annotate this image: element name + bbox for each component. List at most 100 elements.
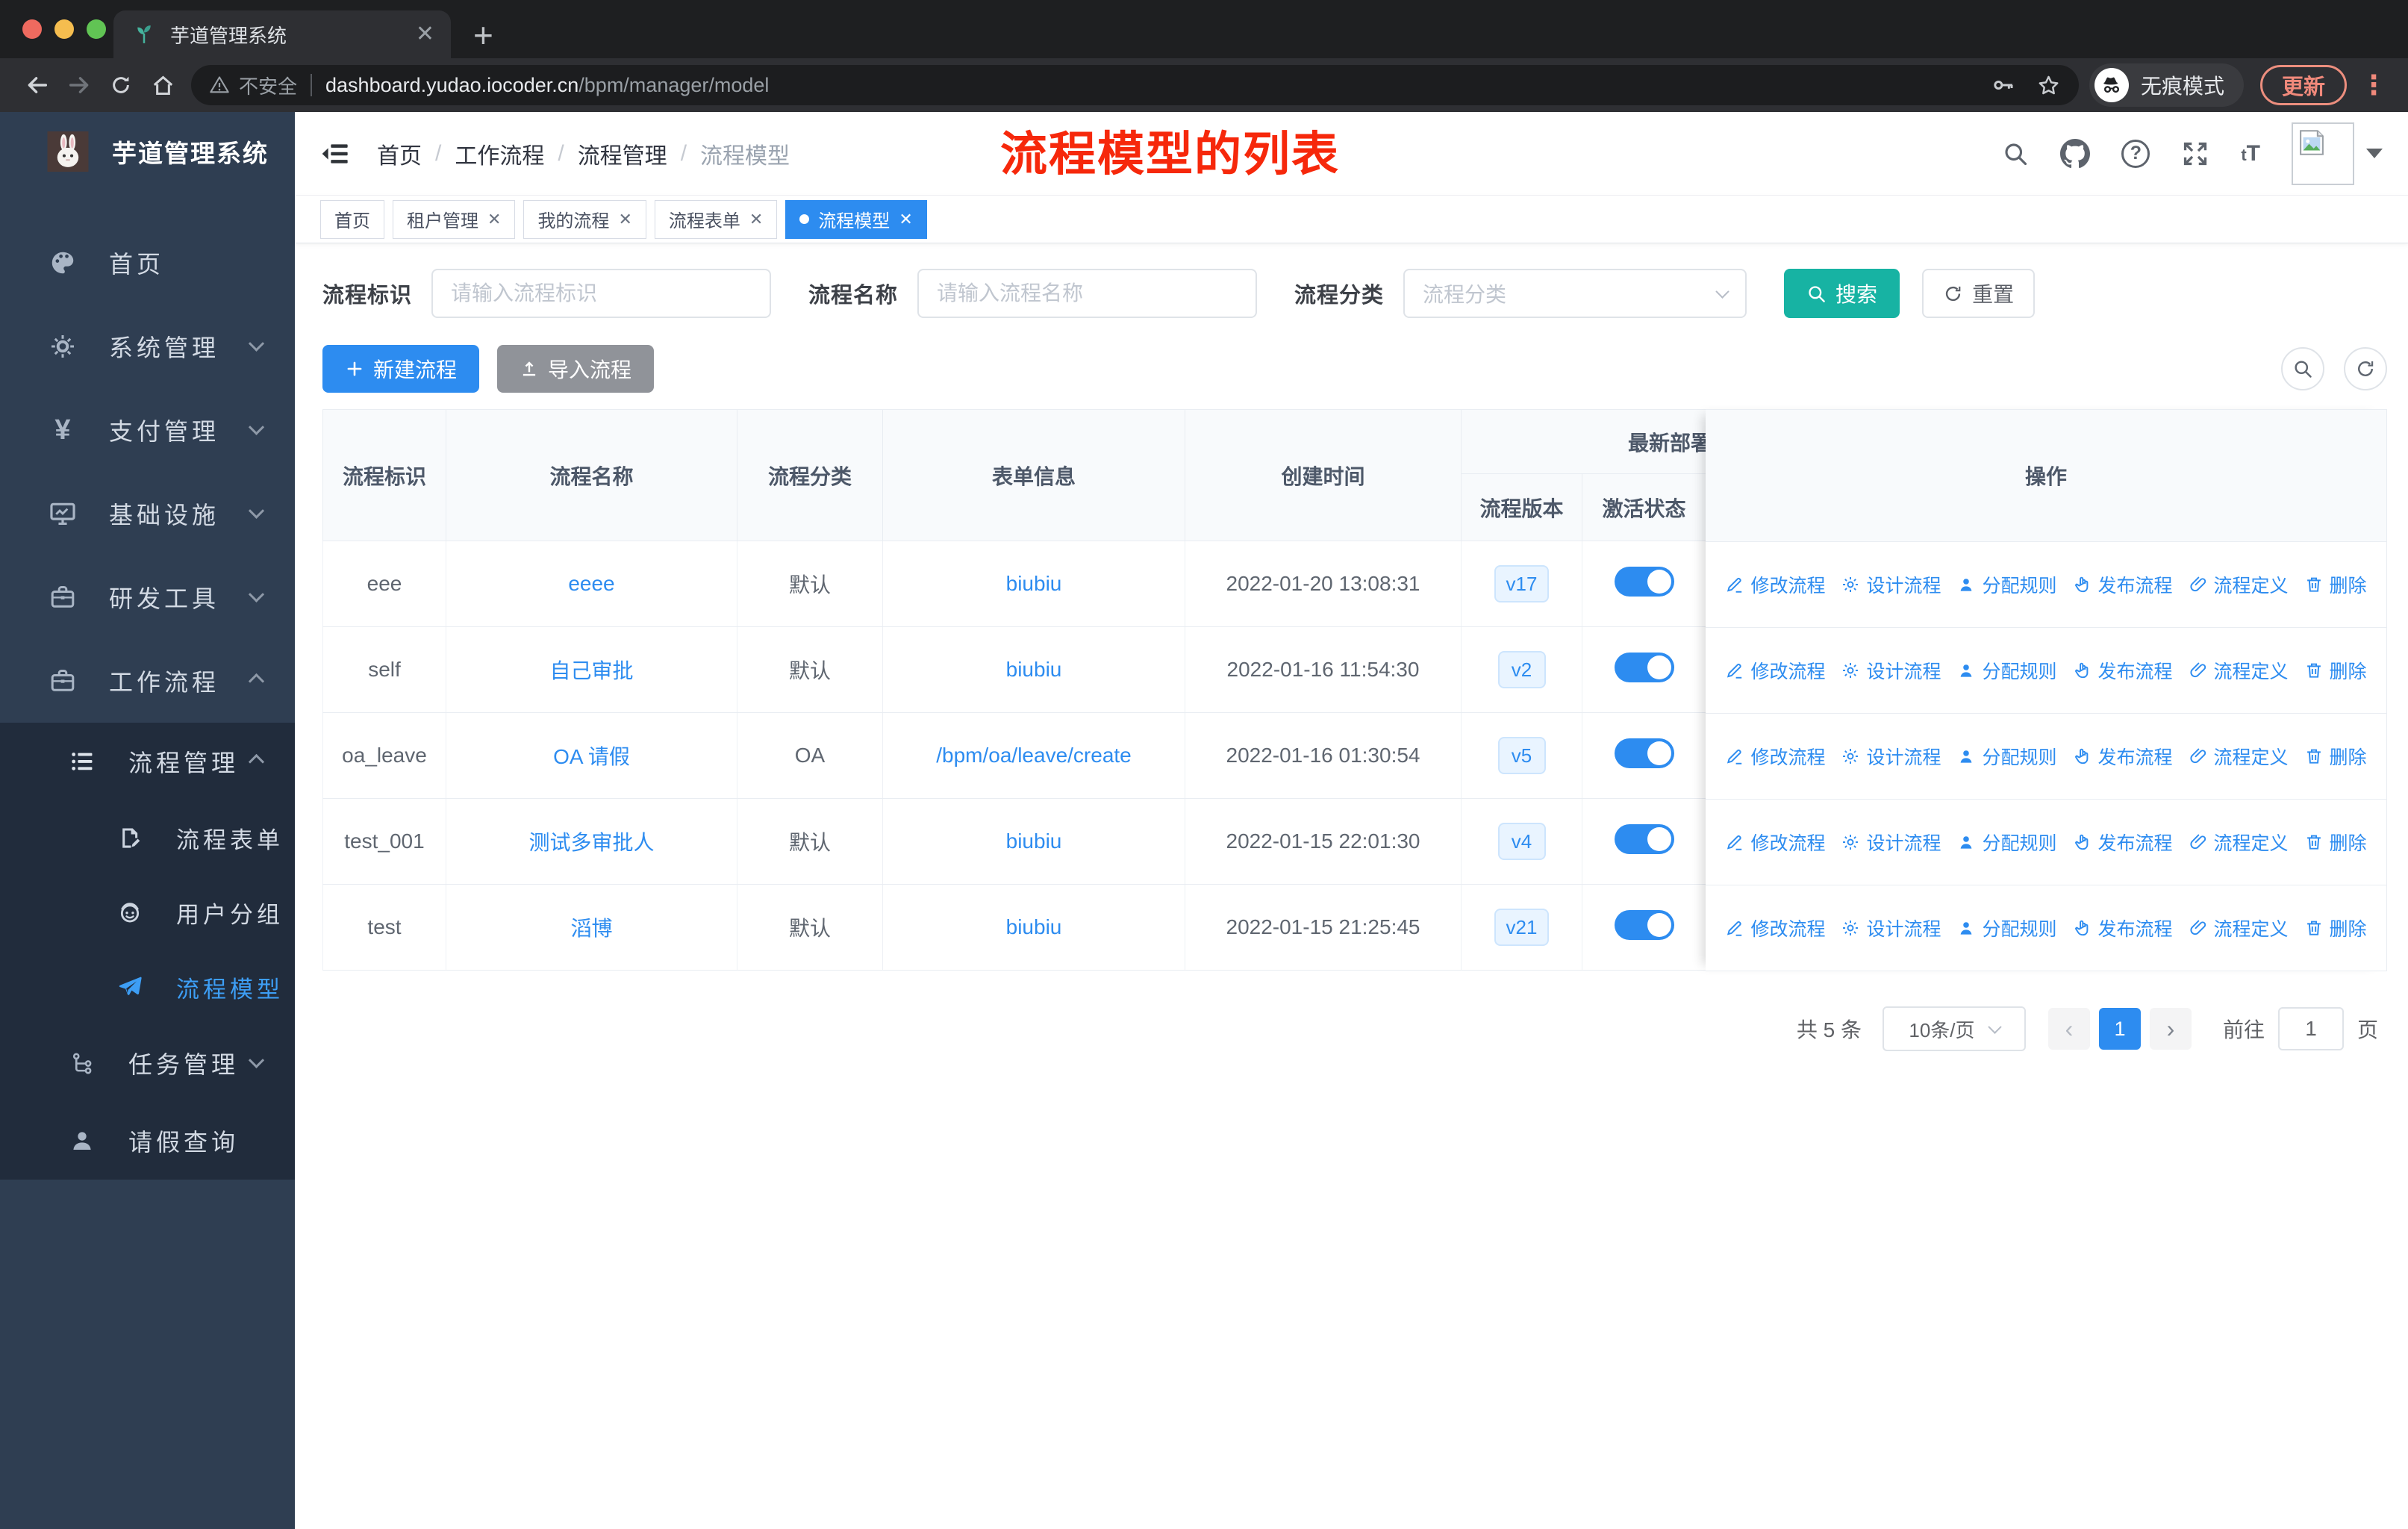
- active-toggle[interactable]: [1614, 909, 1674, 940]
- sidebar-item-process-form[interactable]: 流程表单: [0, 800, 295, 875]
- process-name-link[interactable]: eeee: [568, 572, 614, 595]
- action-design-gear[interactable]: 设计流程: [1841, 915, 1941, 941]
- active-toggle[interactable]: [1614, 652, 1674, 682]
- address-bar[interactable]: 不安全 dashboard.yudao.iocoder.cn/bpm/manag…: [191, 65, 2079, 105]
- tag-view-item[interactable]: 流程模型 ✕: [785, 199, 927, 239]
- form-info-link[interactable]: biubiu: [1006, 658, 1062, 681]
- action-publish-hand[interactable]: 发布流程: [2073, 829, 2173, 856]
- breadcrumb-item[interactable]: 首页: [377, 137, 422, 170]
- action-pencil[interactable]: 修改流程: [1725, 915, 1825, 941]
- action-trash[interactable]: 删除: [2304, 915, 2367, 941]
- action-design-gear[interactable]: 设计流程: [1841, 829, 1941, 856]
- action-pencil[interactable]: 修改流程: [1725, 829, 1825, 856]
- process-name-link[interactable]: 滔博: [570, 917, 612, 940]
- category-select[interactable]: 流程分类: [1403, 269, 1747, 318]
- sidebar-item-leave-query[interactable]: 请假查询: [0, 1102, 295, 1180]
- key-icon[interactable]: [1991, 73, 2015, 97]
- tag-view-item[interactable]: 租户管理 ✕: [393, 199, 516, 239]
- sidebar-item-user-group[interactable]: 用户分组: [0, 875, 295, 950]
- goto-page-input[interactable]: [2277, 1007, 2344, 1050]
- next-page-button[interactable]: ›: [2149, 1008, 2192, 1050]
- back-icon[interactable]: [16, 72, 58, 98]
- action-trash[interactable]: 删除: [2304, 743, 2367, 770]
- sidebar-item-infra[interactable]: 基础设施: [0, 472, 295, 555]
- refresh-table-button[interactable]: [2344, 347, 2387, 390]
- action-assign-user[interactable]: 分配规则: [1956, 915, 2057, 941]
- url-text[interactable]: dashboard.yudao.iocoder.cn/bpm/manager/m…: [325, 74, 1980, 97]
- create-process-button[interactable]: 新建流程: [322, 345, 480, 393]
- page-size-select[interactable]: 10条/页: [1882, 1006, 2026, 1051]
- active-toggle[interactable]: [1614, 566, 1674, 597]
- action-assign-user[interactable]: 分配规则: [1956, 743, 2057, 770]
- process-name-link[interactable]: OA 请假: [553, 745, 630, 768]
- user-menu[interactable]: [2292, 122, 2383, 185]
- prev-page-button[interactable]: ‹: [2047, 1008, 2090, 1050]
- sidebar-item-task-mgmt[interactable]: 任务管理: [0, 1024, 295, 1102]
- page-number-button[interactable]: 1: [2098, 1008, 2141, 1050]
- process-name-input[interactable]: [917, 269, 1258, 318]
- sidebar-item-process-mgmt[interactable]: 流程管理: [0, 723, 295, 800]
- action-definition-clip[interactable]: 流程定义: [2189, 829, 2289, 856]
- sidebar-item-workflow[interactable]: 工作流程: [0, 639, 295, 723]
- action-publish-hand[interactable]: 发布流程: [2073, 657, 2173, 684]
- form-info-link[interactable]: biubiu: [1006, 915, 1062, 938]
- tag-view-item[interactable]: 我的流程 ✕: [523, 199, 646, 239]
- bookmark-star-icon[interactable]: [2036, 73, 2061, 98]
- action-pencil[interactable]: 修改流程: [1725, 657, 1825, 684]
- action-pencil[interactable]: 修改流程: [1725, 743, 1825, 770]
- action-assign-user[interactable]: 分配规则: [1956, 657, 2057, 684]
- breadcrumb-item[interactable]: 工作流程: [455, 137, 544, 170]
- action-definition-clip[interactable]: 流程定义: [2189, 915, 2289, 941]
- sidebar-item-process-model[interactable]: 流程模型: [0, 950, 295, 1024]
- minimize-window-button[interactable]: [54, 19, 74, 39]
- tab-close-icon[interactable]: ✕: [416, 23, 434, 46]
- action-trash[interactable]: 删除: [2304, 657, 2367, 684]
- form-info-link[interactable]: biubiu: [1006, 829, 1062, 853]
- action-pencil[interactable]: 修改流程: [1725, 571, 1825, 598]
- browser-tab[interactable]: 芋道管理系统 ✕: [113, 10, 451, 58]
- tag-close-icon[interactable]: ✕: [899, 210, 912, 229]
- tag-view-item[interactable]: 首页: [320, 199, 384, 239]
- process-name-link[interactable]: 测试多审批人: [528, 831, 654, 854]
- active-toggle[interactable]: [1614, 738, 1674, 768]
- action-assign-user[interactable]: 分配规则: [1956, 571, 2057, 598]
- sidebar-collapse-icon[interactable]: [320, 139, 350, 169]
- form-info-link[interactable]: biubiu: [1006, 572, 1062, 595]
- import-process-button[interactable]: 导入流程: [497, 345, 655, 393]
- tag-close-icon[interactable]: ✕: [487, 210, 501, 229]
- security-label[interactable]: 不安全: [239, 72, 297, 99]
- reload-icon[interactable]: [100, 73, 142, 97]
- reset-button[interactable]: 重置: [1922, 269, 2036, 318]
- help-icon[interactable]: ?: [2121, 139, 2150, 168]
- zoom-window-button[interactable]: [87, 19, 106, 39]
- action-trash[interactable]: 删除: [2304, 829, 2367, 856]
- sidebar-item-devtools[interactable]: 研发工具: [0, 555, 295, 639]
- active-toggle[interactable]: [1614, 823, 1674, 854]
- tag-close-icon[interactable]: ✕: [618, 210, 631, 229]
- app-logo-row[interactable]: 芋道管理系统: [0, 112, 295, 191]
- action-design-gear[interactable]: 设计流程: [1841, 743, 1941, 770]
- search-button[interactable]: 搜索: [1784, 269, 1900, 318]
- fullscreen-icon[interactable]: [2181, 140, 2209, 168]
- forward-icon[interactable]: [58, 72, 100, 98]
- update-button[interactable]: 更新: [2259, 65, 2347, 105]
- sidebar-item-home[interactable]: 首页: [0, 221, 295, 305]
- close-window-button[interactable]: [22, 19, 42, 39]
- browser-menu-icon[interactable]: ⋮: [2360, 69, 2387, 101]
- action-definition-clip[interactable]: 流程定义: [2189, 657, 2289, 684]
- action-definition-clip[interactable]: 流程定义: [2189, 743, 2289, 770]
- action-publish-hand[interactable]: 发布流程: [2073, 571, 2173, 598]
- tag-view-item[interactable]: 流程表单 ✕: [654, 199, 778, 239]
- avatar[interactable]: [2292, 122, 2354, 185]
- breadcrumb-item[interactable]: 流程管理: [578, 137, 667, 170]
- process-id-input[interactable]: [431, 269, 772, 318]
- github-icon[interactable]: [2060, 139, 2090, 169]
- home-icon[interactable]: [142, 73, 184, 98]
- action-definition-clip[interactable]: 流程定义: [2189, 571, 2289, 598]
- search-icon[interactable]: [2002, 140, 2029, 167]
- action-design-gear[interactable]: 设计流程: [1841, 657, 1941, 684]
- process-name-link[interactable]: 自己审批: [549, 659, 633, 682]
- form-info-link[interactable]: /bpm/oa/leave/create: [936, 744, 1132, 767]
- action-trash[interactable]: 删除: [2304, 571, 2367, 598]
- sidebar-item-system[interactable]: 系统管理: [0, 305, 295, 388]
